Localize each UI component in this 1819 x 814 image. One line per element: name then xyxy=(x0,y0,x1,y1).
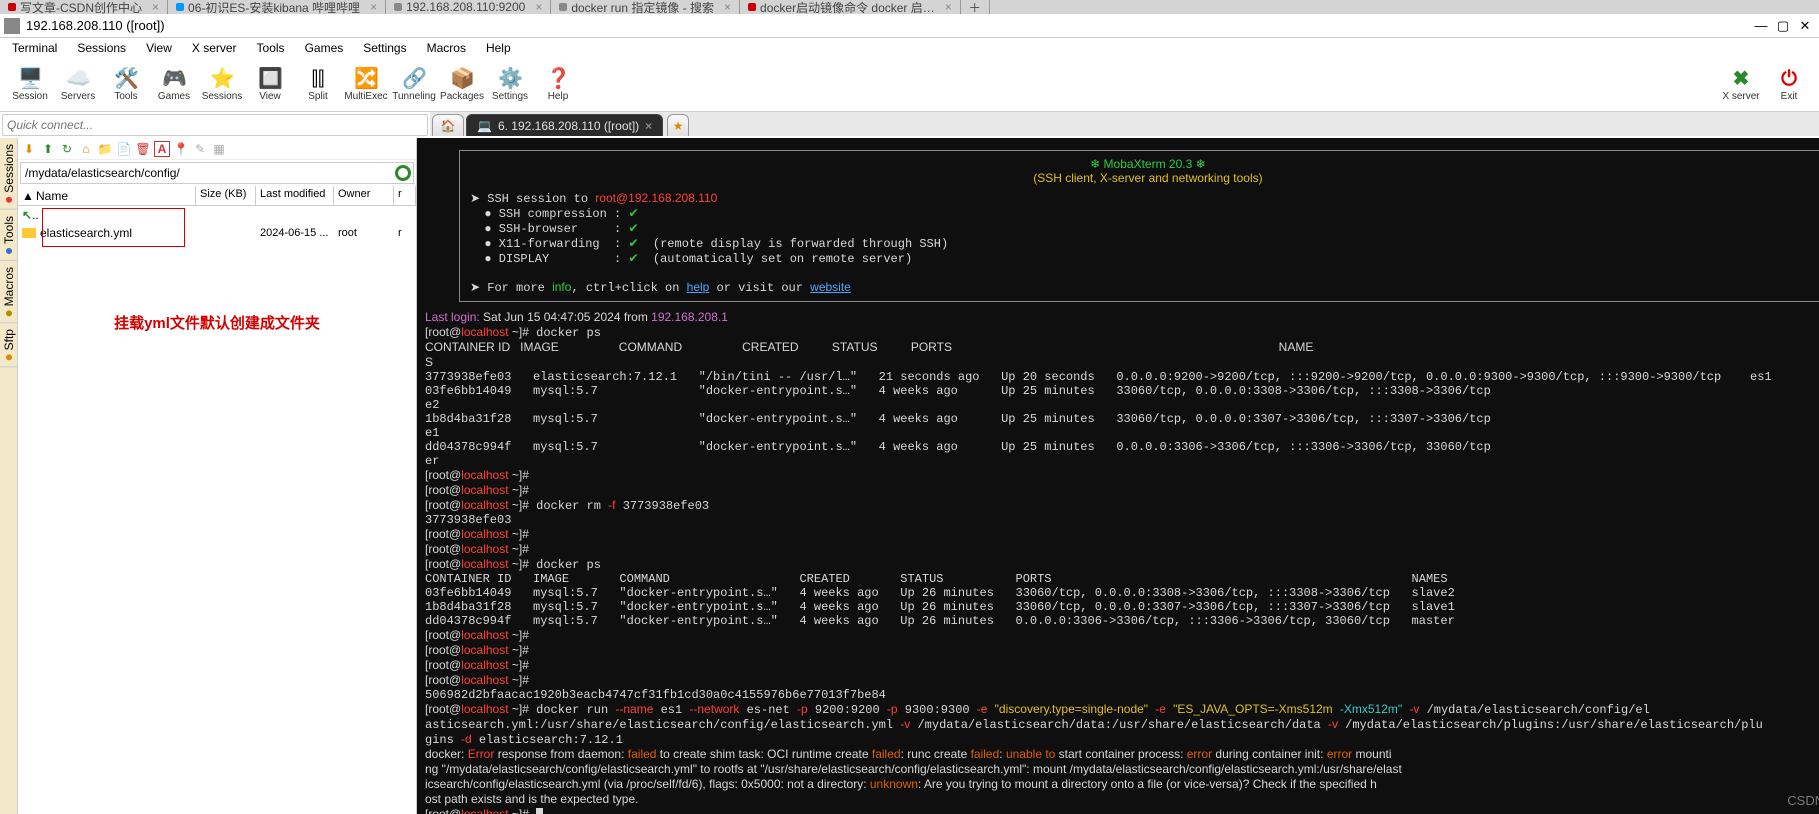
home-icon[interactable]: ⌂ xyxy=(78,141,94,157)
folder-icon xyxy=(22,228,36,238)
minimize-button[interactable]: — xyxy=(1751,18,1771,34)
tool-session[interactable]: 🖥️Session xyxy=(6,67,54,102)
tool-tools[interactable]: 🛠️Tools xyxy=(102,67,150,102)
file-list-header: ▲Name Size (KB) Last modified Owner r xyxy=(18,186,416,206)
app-icon xyxy=(4,18,20,34)
col-modified[interactable]: Last modified xyxy=(256,186,334,205)
browser-tab[interactable]: docker run 指定镜像 - 搜索× xyxy=(551,0,740,14)
menu-macros[interactable]: Macros xyxy=(417,39,476,57)
bookmark-icon[interactable]: 📍 xyxy=(173,141,189,157)
tool-multiexec[interactable]: 🔀MultiExec xyxy=(342,67,390,102)
new-tab[interactable]: ＋ xyxy=(961,0,990,14)
new-folder-icon[interactable]: 📄 xyxy=(116,141,132,157)
add-tab-button[interactable]: ★ xyxy=(667,114,689,136)
tool-exit[interactable]: ⏻Exit xyxy=(1765,67,1813,102)
refresh-icon[interactable]: ↻ xyxy=(59,141,75,157)
tool-games[interactable]: 🎮Games xyxy=(150,67,198,102)
download-icon[interactable]: ⬇ xyxy=(21,141,37,157)
packages-icon: 📦 xyxy=(450,67,474,91)
close-tab-icon[interactable]: × xyxy=(645,119,652,133)
file-list: ↖ .. elasticsearch.yml 2024-06-15 ... ro… xyxy=(18,206,416,814)
annotation-text: 挂载yml文件默认创建成文件夹 xyxy=(18,312,416,333)
browser-tab[interactable]: 写文章-CSDN创作中心× xyxy=(0,0,168,14)
exit-icon: ⏻ xyxy=(1777,67,1801,91)
multiexec-icon: 🔀 xyxy=(354,67,378,91)
left-sidebar-tabs: Sessions Tools Macros Sftp xyxy=(0,138,18,814)
games-icon: 🎮 xyxy=(162,67,186,91)
menu-sessions[interactable]: Sessions xyxy=(67,39,136,57)
help-icon: ❓ xyxy=(546,67,570,91)
x server-icon: ✖ xyxy=(1729,67,1753,91)
sessions-icon: ⭐ xyxy=(210,67,234,91)
parent-folder-icon[interactable]: 📁 xyxy=(97,141,113,157)
title-bar: 192.168.208.110 ([root]) — ▢ ✕ xyxy=(0,14,1819,38)
terminal-tab-label: 6. 192.168.208.110 ([root]) xyxy=(498,119,639,133)
properties-icon[interactable]: A xyxy=(154,141,170,157)
delete-icon[interactable]: 🗑 xyxy=(135,141,151,157)
path-input[interactable] xyxy=(21,164,393,182)
moba-welcome-box: ❄ MobaXterm 20.3 ❄ (SSH client, X-server… xyxy=(459,150,1819,302)
browser-tab[interactable]: 06-初识ES-安装kibana 哔哩哔哩× xyxy=(168,0,386,14)
servers-icon: ☁️ xyxy=(66,67,90,91)
sftp-toolbar: ⬇ ⬆ ↻ ⌂ 📁 📄 🗑 A 📍 ✎ ▦ xyxy=(18,138,416,160)
view-icon: 🔲 xyxy=(258,67,282,91)
browser-tab[interactable]: 192.168.208.110:9200× xyxy=(386,0,551,14)
tool-settings[interactable]: ⚙️Settings xyxy=(486,67,534,102)
path-bar xyxy=(20,162,414,184)
watermark: CSDN @ldj2020 xyxy=(1787,793,1819,808)
split-icon: ⫿⫿ xyxy=(306,67,330,91)
toolbar: 🖥️Session☁️Servers🛠️Tools🎮Games⭐Sessions… xyxy=(0,58,1819,112)
terminal-output: Last login: Sat Jun 15 04:47:05 2024 fro… xyxy=(425,310,1819,814)
tool-sessions[interactable]: ⭐Sessions xyxy=(198,67,246,102)
tool-split[interactable]: ⫿⫿Split xyxy=(294,67,342,102)
terminal-tab[interactable]: 💻 6. 192.168.208.110 ([root]) × xyxy=(466,114,663,136)
quick-connect-input[interactable] xyxy=(2,114,428,136)
window-title: 192.168.208.110 ([root]) xyxy=(26,18,1751,33)
confirm-icon[interactable] xyxy=(395,165,411,181)
menu-terminal[interactable]: Terminal xyxy=(2,39,67,57)
terminal-area: ❄ MobaXterm 20.3 ❄ (SSH client, X-server… xyxy=(417,138,1819,814)
session-icon: 🖥️ xyxy=(18,67,42,91)
browser-tab-strip: 写文章-CSDN创作中心× 06-初识ES-安装kibana 哔哩哔哩× 192… xyxy=(0,0,1819,14)
col-size[interactable]: Size (KB) xyxy=(196,186,256,205)
upload-icon[interactable]: ⬆ xyxy=(40,141,56,157)
menu-help[interactable]: Help xyxy=(476,39,521,57)
menu-xserver[interactable]: X server xyxy=(182,39,247,57)
menu-tools[interactable]: Tools xyxy=(247,39,295,57)
terminal-tab-bar: 🏠 💻 6. 192.168.208.110 ([root]) × ★ xyxy=(430,112,1819,136)
file-row[interactable]: elasticsearch.yml 2024-06-15 ... root r xyxy=(18,224,416,242)
menu-bar: Terminal Sessions View X server Tools Ga… xyxy=(0,38,1819,58)
tunneling-icon: 🔗 xyxy=(402,67,426,91)
tool-help[interactable]: ❓Help xyxy=(534,67,582,102)
edit-icon[interactable]: ✎ xyxy=(192,141,208,157)
col-owner[interactable]: Owner xyxy=(334,186,394,205)
file-row-up[interactable]: ↖ .. xyxy=(18,206,416,224)
tool-x-server[interactable]: ✖X server xyxy=(1717,67,1765,102)
tool-tunneling[interactable]: 🔗Tunneling xyxy=(390,67,438,102)
settings-icon: ⚙️ xyxy=(498,67,522,91)
sidebar-tab-tools[interactable]: Tools xyxy=(0,210,17,261)
browser-tab[interactable]: docker启动镜像命令 docker 启…× xyxy=(740,0,961,14)
maximize-button[interactable]: ▢ xyxy=(1773,18,1793,34)
up-arrow-icon: ↖ xyxy=(22,208,32,222)
home-icon: 🏠 xyxy=(441,119,456,133)
col-rights[interactable]: r xyxy=(394,186,416,205)
tools-icon: 🛠️ xyxy=(114,67,138,91)
menu-view[interactable]: View xyxy=(136,39,182,57)
sftp-panel: ⬇ ⬆ ↻ ⌂ 📁 📄 🗑 A 📍 ✎ ▦ ▲Name Size (KB) La… xyxy=(18,138,417,814)
tool-packages[interactable]: 📦Packages xyxy=(438,67,486,102)
session-icon: 💻 xyxy=(477,119,492,133)
sidebar-tab-macros[interactable]: Macros xyxy=(0,261,17,323)
view-icon[interactable]: ▦ xyxy=(211,141,227,157)
home-tab[interactable]: 🏠 xyxy=(432,114,464,136)
menu-games[interactable]: Games xyxy=(295,39,354,57)
col-name[interactable]: Name xyxy=(36,189,68,203)
tool-servers[interactable]: ☁️Servers xyxy=(54,67,102,102)
tool-view[interactable]: 🔲View xyxy=(246,67,294,102)
sidebar-tab-sessions[interactable]: Sessions xyxy=(0,138,17,210)
terminal[interactable]: ❄ MobaXterm 20.3 ❄ (SSH client, X-server… xyxy=(417,138,1819,814)
sidebar-tab-sftp[interactable]: Sftp xyxy=(0,323,17,367)
close-button[interactable]: ✕ xyxy=(1795,18,1815,34)
menu-settings[interactable]: Settings xyxy=(353,39,416,57)
